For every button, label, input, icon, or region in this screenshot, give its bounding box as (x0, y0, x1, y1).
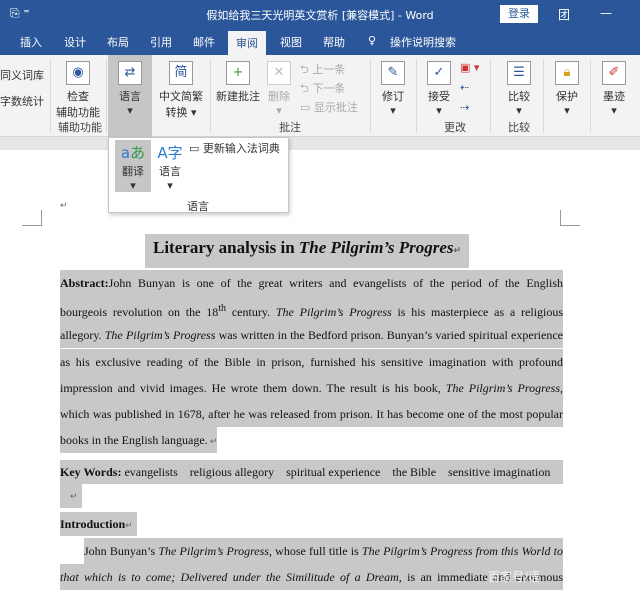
group-label: 更改 (444, 121, 466, 134)
next-comment-button[interactable]: ⮌ 下一条 (300, 80, 345, 99)
delete-comment-icon: ✕ (267, 61, 291, 85)
language-icon: ⇄ (118, 61, 142, 85)
tab-review[interactable]: 审阅 (228, 31, 266, 55)
text-line: as his exclusive reading of the Bible in… (60, 348, 563, 375)
text-line: books in the English language. ↵ (60, 427, 218, 454)
text-line: impression and vivid images. He wrote th… (60, 374, 563, 401)
ribbon-tabs: 插入 设计 布局 引用 邮件 审阅 视图 帮助 ♀ 操作说明搜索 (0, 28, 640, 55)
title-bar: ⎘ ⁼ 假如给我三天光明英文赏析 [兼容模式] - Word 登录 团 — (0, 0, 640, 28)
tab-view[interactable]: 视图 (280, 34, 302, 50)
translate-icon: aあ (120, 144, 146, 162)
track-changes-icon: ✎ (381, 61, 405, 85)
next-change-icon[interactable]: ⇢ (460, 101, 469, 114)
track-changes-button[interactable]: ✎ 修订 ▾ (376, 61, 410, 117)
update-ime-dictionary-button[interactable]: ▭ 更新输入法词典 (189, 140, 280, 156)
ribbon-display-button[interactable]: 团 (558, 6, 570, 23)
tab-layout[interactable]: 布局 (107, 34, 129, 50)
previous-change-icon[interactable]: ⇠ (460, 81, 469, 94)
watermark: 百家号/语 (488, 570, 541, 584)
group-label: 比较 (508, 121, 530, 134)
lightbulb-icon: ♀ (368, 34, 377, 47)
word-count-button[interactable]: 字数统计 (0, 93, 44, 109)
accept-icon: ✓ (427, 61, 451, 85)
compare-icon: ☰ (507, 61, 531, 85)
new-comment-button[interactable]: + 新建批注 (215, 61, 261, 104)
tab-references[interactable]: 引用 (150, 34, 172, 50)
tab-design[interactable]: 设计 (64, 34, 86, 50)
group-label: 辅助功能 (58, 121, 102, 134)
window-title: 假如给我三天光明英文赏析 [兼容模式] - Word (206, 9, 434, 22)
accessibility-icon: ◉ (66, 61, 90, 85)
chinese-conversion-button[interactable]: 简 中文简繁 转换 ▾ (157, 61, 205, 120)
language-button[interactable]: ⇄ 语言 ▾ (108, 55, 152, 137)
text-line: which was published in 1678, after he wa… (60, 401, 563, 427)
document-title: Literary analysis in The Pilgrim’s Progr… (145, 234, 470, 268)
protect-button[interactable]: 🔒︎ 保护 ▾ (550, 61, 584, 117)
ink-icon: ✐ (602, 61, 626, 85)
new-comment-icon: + (226, 61, 250, 85)
compare-button[interactable]: ☰ 比较 ▾ (502, 61, 536, 117)
language-menu-button[interactable]: A字 语言 ▾ (153, 140, 187, 192)
convert-icon: 简 (169, 61, 193, 85)
reject-icon[interactable]: ▣ ▾ (460, 61, 479, 74)
document-page[interactable]: ↵ Literary analysis in The Pilgrim’s Pro… (0, 150, 640, 596)
tell-me-search[interactable]: 操作说明搜索 (390, 34, 456, 50)
ribbon: 同义词库 字数统计 ◉ 检查 辅助功能 辅助功能 ⇄ 语言 ▾ 简 中文简繁 转换 ▾… (0, 55, 640, 137)
accept-button[interactable]: ✓ 接受 ▾ (422, 61, 456, 117)
show-comments-button[interactable]: ▭ 显示批注 (300, 99, 358, 115)
text-line: John Bunyan’s The Pilgrim’s Progress, wh… (84, 538, 563, 564)
protect-icon: 🔒︎ (555, 61, 579, 85)
check-accessibility-button[interactable]: ◉ 检查 辅助功能 (56, 61, 100, 120)
group-label: 批注 (279, 121, 301, 134)
margin-mark (560, 210, 580, 226)
tab-help[interactable]: 帮助 (323, 34, 345, 50)
tab-mailings[interactable]: 邮件 (193, 34, 215, 50)
ink-button[interactable]: ✐ 墨迹 ▾ (597, 61, 631, 117)
translate-button[interactable]: aあ 翻译 ▾ (115, 140, 151, 192)
thesaurus-button[interactable]: 同义词库 (0, 67, 44, 83)
login-button[interactable]: 登录 (500, 5, 538, 23)
language-dropdown: aあ 翻译 ▾ A字 语言 ▾ ▭ 更新输入法词典 语言 (108, 137, 289, 213)
language-icon: A字 (157, 144, 183, 162)
margin-mark (22, 210, 42, 226)
delete-comment-button[interactable]: ✕ 删除 ▾ (264, 61, 294, 117)
introduction-heading: Introduction↵ (60, 512, 137, 536)
keywords-line: Key Words: evangelists religious allegor… (60, 460, 563, 484)
previous-comment-button[interactable]: ⮌ 上一条 (300, 61, 345, 80)
text-line: bourgeois revolution on the 18th century… (60, 296, 563, 323)
tab-insert[interactable]: 插入 (20, 34, 42, 50)
minimize-button[interactable]: — (600, 6, 612, 20)
text-line: Abstract:John Bunyan is one of the great… (60, 270, 563, 296)
text-line: allegory. The Pilgrim’s Progress was wri… (60, 322, 563, 349)
group-label: 语言 (187, 200, 209, 213)
